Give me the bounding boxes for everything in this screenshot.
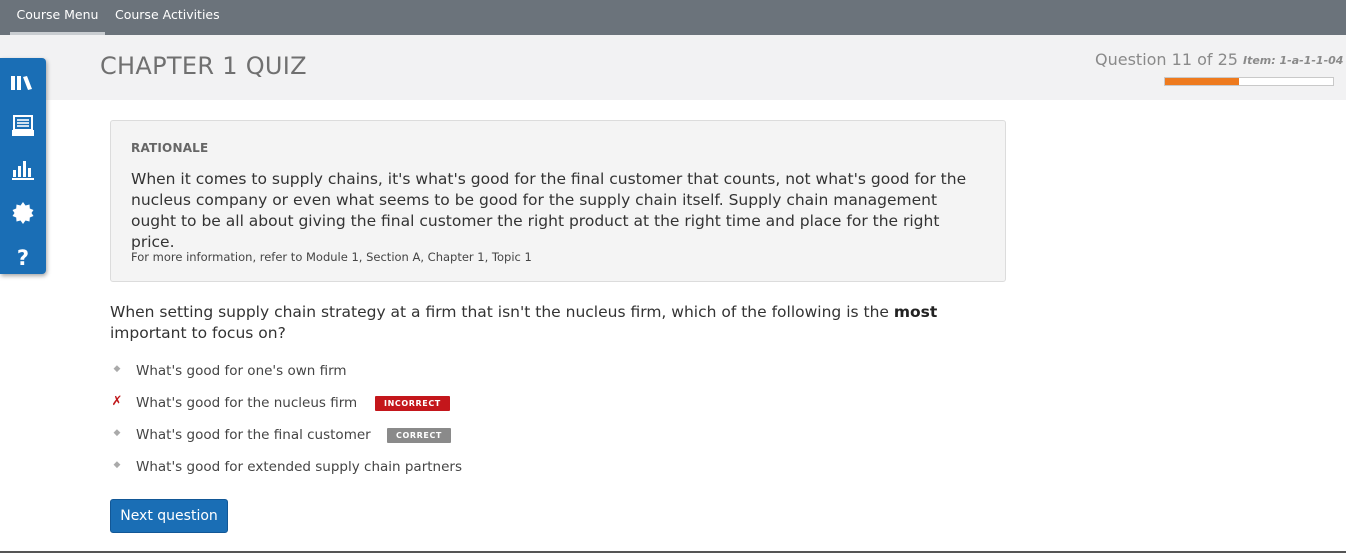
progress-bar-fill	[1165, 78, 1239, 85]
question-text: When setting supply chain strategy at a …	[110, 302, 1010, 344]
progress-bar	[1164, 77, 1334, 86]
books-icon[interactable]	[10, 70, 36, 96]
page-title: CHAPTER 1 QUIZ	[100, 52, 307, 80]
diamond-bullet-icon: ◆	[113, 364, 121, 374]
diamond-bullet-icon: ◆	[113, 428, 121, 438]
option-label: What's good for extended supply chain pa…	[136, 459, 462, 475]
tab-course-menu[interactable]: Course Menu	[10, 0, 105, 35]
correct-badge: CORRECT	[387, 428, 451, 443]
question-emphasis: most	[893, 303, 938, 321]
tab-course-activities[interactable]: Course Activities	[115, 0, 220, 35]
help-icon[interactable]: ?	[10, 243, 36, 270]
bottom-divider	[0, 551, 1346, 553]
bar-chart-icon[interactable]	[10, 156, 36, 182]
side-toolbar: ?	[0, 58, 46, 274]
inbox-icon[interactable]	[10, 113, 36, 139]
diamond-bullet-icon: ◆	[113, 460, 121, 470]
rationale-reference: For more information, refer to Module 1,…	[131, 250, 532, 264]
option-label: What's good for one's own firm	[136, 363, 347, 379]
item-id: Item: 1-a-1-1-04	[1243, 54, 1344, 67]
rationale-title: RATIONALE	[131, 141, 209, 155]
rationale-text: When it comes to supply chains, it's wha…	[131, 170, 967, 251]
option-label: What's good for the nucleus firm	[136, 395, 358, 411]
next-question-button[interactable]: Next question	[110, 499, 228, 533]
option-label: What's good for the final customer	[136, 427, 371, 443]
question-text-start: When setting supply chain strategy at a …	[110, 303, 894, 321]
gear-icon[interactable]	[10, 200, 36, 226]
incorrect-badge: INCORRECT	[375, 396, 450, 411]
incorrect-x-icon: ✗	[111, 394, 123, 409]
top-navigation: Course Menu Course Activities	[0, 0, 1346, 35]
question-counter: Question 11 of 25	[1095, 50, 1238, 69]
svg-text:?: ?	[17, 246, 29, 269]
quiz-header: CHAPTER 1 QUIZ Question 11 of 25 Item: 1…	[0, 35, 1346, 100]
question-text-end: important to focus on?	[110, 324, 286, 342]
rationale-panel: RATIONALE When it comes to supply chains…	[110, 120, 1006, 282]
